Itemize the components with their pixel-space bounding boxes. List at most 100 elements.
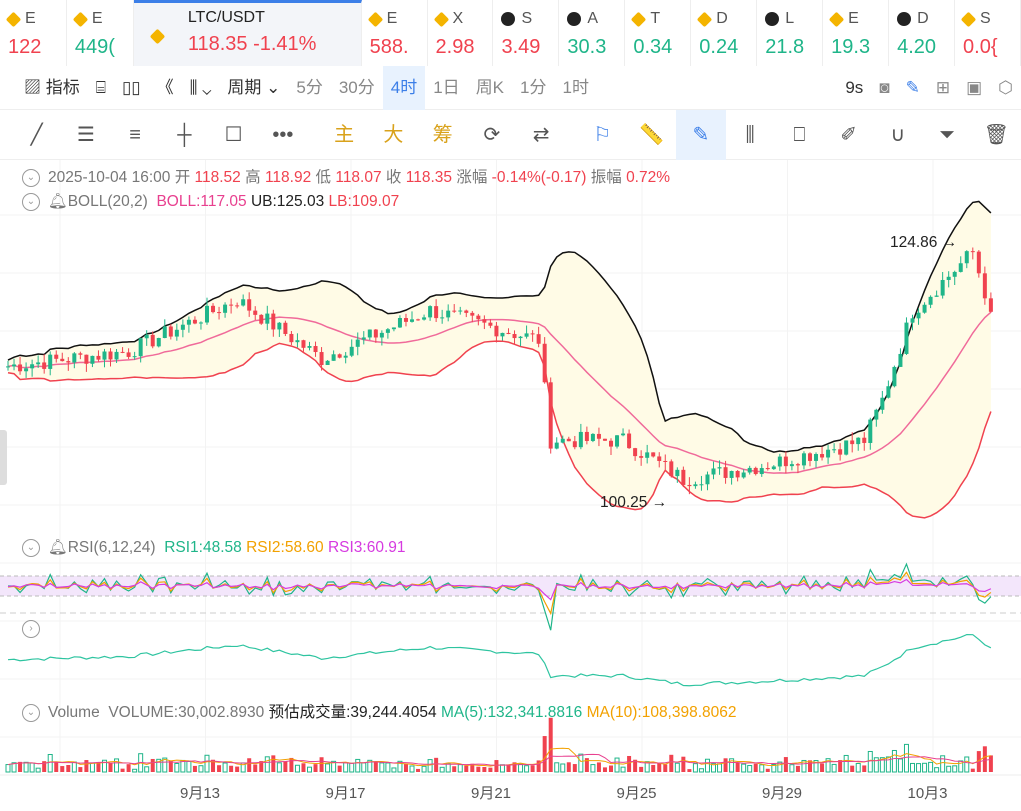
candle <box>259 314 264 324</box>
camera-icon[interactable]: ◙ <box>871 66 897 110</box>
big-order-button[interactable]: 大 <box>369 110 418 160</box>
interval-1[interactable]: 30分 <box>331 66 383 110</box>
volume-bar <box>476 766 481 772</box>
volume-bar <box>572 764 577 772</box>
volume-bar <box>42 761 47 772</box>
volume-bar <box>982 746 987 772</box>
add-window-icon[interactable]: ⊞ <box>928 66 958 110</box>
candle <box>446 310 451 318</box>
ticker-8[interactable]: D 0.24 <box>691 0 758 66</box>
bell-icon[interactable]: 🔔︎ <box>48 539 68 556</box>
rewind-icon[interactable]: 《 <box>149 66 182 110</box>
volume-bar <box>873 757 879 773</box>
settings-icon[interactable]: ⬡ <box>990 66 1021 110</box>
collapse-icon[interactable]: ⌄ <box>22 538 40 557</box>
volume-bar <box>409 765 415 773</box>
indicators-button[interactable]: ▨ 指标 <box>0 66 88 110</box>
main-force-button[interactable]: 主 <box>320 110 369 160</box>
volume-bar <box>247 758 252 772</box>
volume-bar <box>235 766 240 772</box>
bookmark-icon[interactable]: ⚐ <box>578 110 627 160</box>
ticker-9[interactable]: L 21.8 <box>757 0 824 66</box>
period-dropdown[interactable]: 周期 ⌄ <box>219 66 288 110</box>
interval-0[interactable]: 5分 <box>288 66 330 110</box>
layout-icon[interactable]: ⌸ <box>88 66 114 110</box>
parallel-tool-icon[interactable]: ☰ <box>61 110 110 160</box>
ticker-3[interactable]: E 588. <box>362 0 428 66</box>
candle-type-icon[interactable]: ⫼ ⌄ <box>182 66 220 110</box>
collapse-icon[interactable]: ⌄ <box>22 703 40 722</box>
collapse-icon[interactable]: ⌄ <box>22 168 40 187</box>
interval-3[interactable]: 1日 <box>425 66 467 110</box>
candle <box>807 453 812 461</box>
candle <box>729 470 734 478</box>
candle <box>48 354 53 369</box>
volume-bar <box>777 761 783 773</box>
volume-bar <box>217 765 222 772</box>
interval-6[interactable]: 1时 <box>555 66 597 110</box>
boll-band-fill <box>8 201 991 518</box>
ticker-0[interactable]: E 122 <box>0 0 67 66</box>
lock-icon[interactable]: ⎕ <box>775 110 824 160</box>
ticker-6[interactable]: A 30.3 <box>559 0 626 66</box>
volume-bar <box>174 762 180 773</box>
magnet-icon[interactable]: ∪ <box>873 110 922 160</box>
interval-5[interactable]: 1分 <box>512 66 554 110</box>
candle <box>584 431 589 441</box>
ticker-2[interactable]: LTC/USDT 118.35 -1.41% <box>133 0 362 66</box>
ticker-10[interactable]: E 19.3 <box>823 0 890 66</box>
candle <box>367 329 372 338</box>
candle <box>307 346 312 348</box>
popup-icon[interactable]: ▣ <box>958 66 990 110</box>
line-tool-icon[interactable]: ╱ <box>12 110 61 160</box>
candle <box>403 318 408 322</box>
volume-bar <box>434 757 439 772</box>
ticker-7[interactable]: T 0.34 <box>625 0 692 66</box>
binance-icon <box>149 28 166 45</box>
more-icon[interactable]: ••• <box>258 110 307 160</box>
candle <box>675 469 680 477</box>
swap-icon[interactable]: ⇄ <box>517 110 566 160</box>
volume-bar <box>361 762 367 773</box>
candle <box>982 273 987 299</box>
brush-icon[interactable]: ✎ <box>676 109 726 160</box>
channel-tool-icon[interactable]: ≡ <box>111 110 160 160</box>
ticker-5[interactable]: S 3.49 <box>493 0 560 66</box>
ticker-symbol: D <box>917 10 929 27</box>
chip-button[interactable]: 筹 <box>418 110 467 160</box>
filter-icon[interactable]: ⏷ <box>923 110 972 160</box>
sync-icon[interactable]: ⟳ <box>467 110 516 160</box>
side-handle[interactable] <box>0 430 7 485</box>
interval-2[interactable]: 4时 <box>382 65 426 110</box>
volume-bar <box>741 763 747 773</box>
candle <box>651 452 656 457</box>
split-icon[interactable]: ▯▯ <box>114 66 149 110</box>
volume-bar <box>735 762 740 772</box>
candle <box>253 310 258 315</box>
volume-bar <box>144 766 150 773</box>
bell-icon[interactable]: 🔔︎ <box>48 193 68 210</box>
volume-bar <box>403 763 408 772</box>
ruler-icon[interactable]: 📏 <box>627 110 676 160</box>
volume-bar <box>590 764 596 773</box>
ticker-1[interactable]: E 449( <box>67 0 134 66</box>
interval-4[interactable]: 周K <box>468 66 512 110</box>
candles-icon[interactable]: ⫼ <box>726 110 775 160</box>
trash-icon[interactable]: 🗑 <box>972 110 1021 160</box>
rectangle-tool-icon[interactable]: ☐ <box>209 110 258 160</box>
collapse-icon[interactable]: ⌄ <box>22 192 40 211</box>
candle <box>120 351 125 353</box>
expand-icon[interactable]: › <box>22 620 40 638</box>
volume-bar <box>674 762 680 773</box>
pencil-icon[interactable]: ✎ <box>898 66 928 110</box>
candle <box>687 484 692 487</box>
ticker-12[interactable]: S 0.0{ <box>955 0 1021 66</box>
horizontal-line-icon[interactable]: ┼ <box>160 110 209 160</box>
volume-bar <box>204 754 210 773</box>
volume-bar <box>264 756 270 773</box>
ticker-4[interactable]: X 2.98 <box>428 0 494 66</box>
candle <box>856 437 861 445</box>
volume-bar <box>488 767 493 772</box>
note-icon[interactable]: ✐ <box>824 110 873 160</box>
ticker-11[interactable]: D 4.20 <box>889 0 956 66</box>
